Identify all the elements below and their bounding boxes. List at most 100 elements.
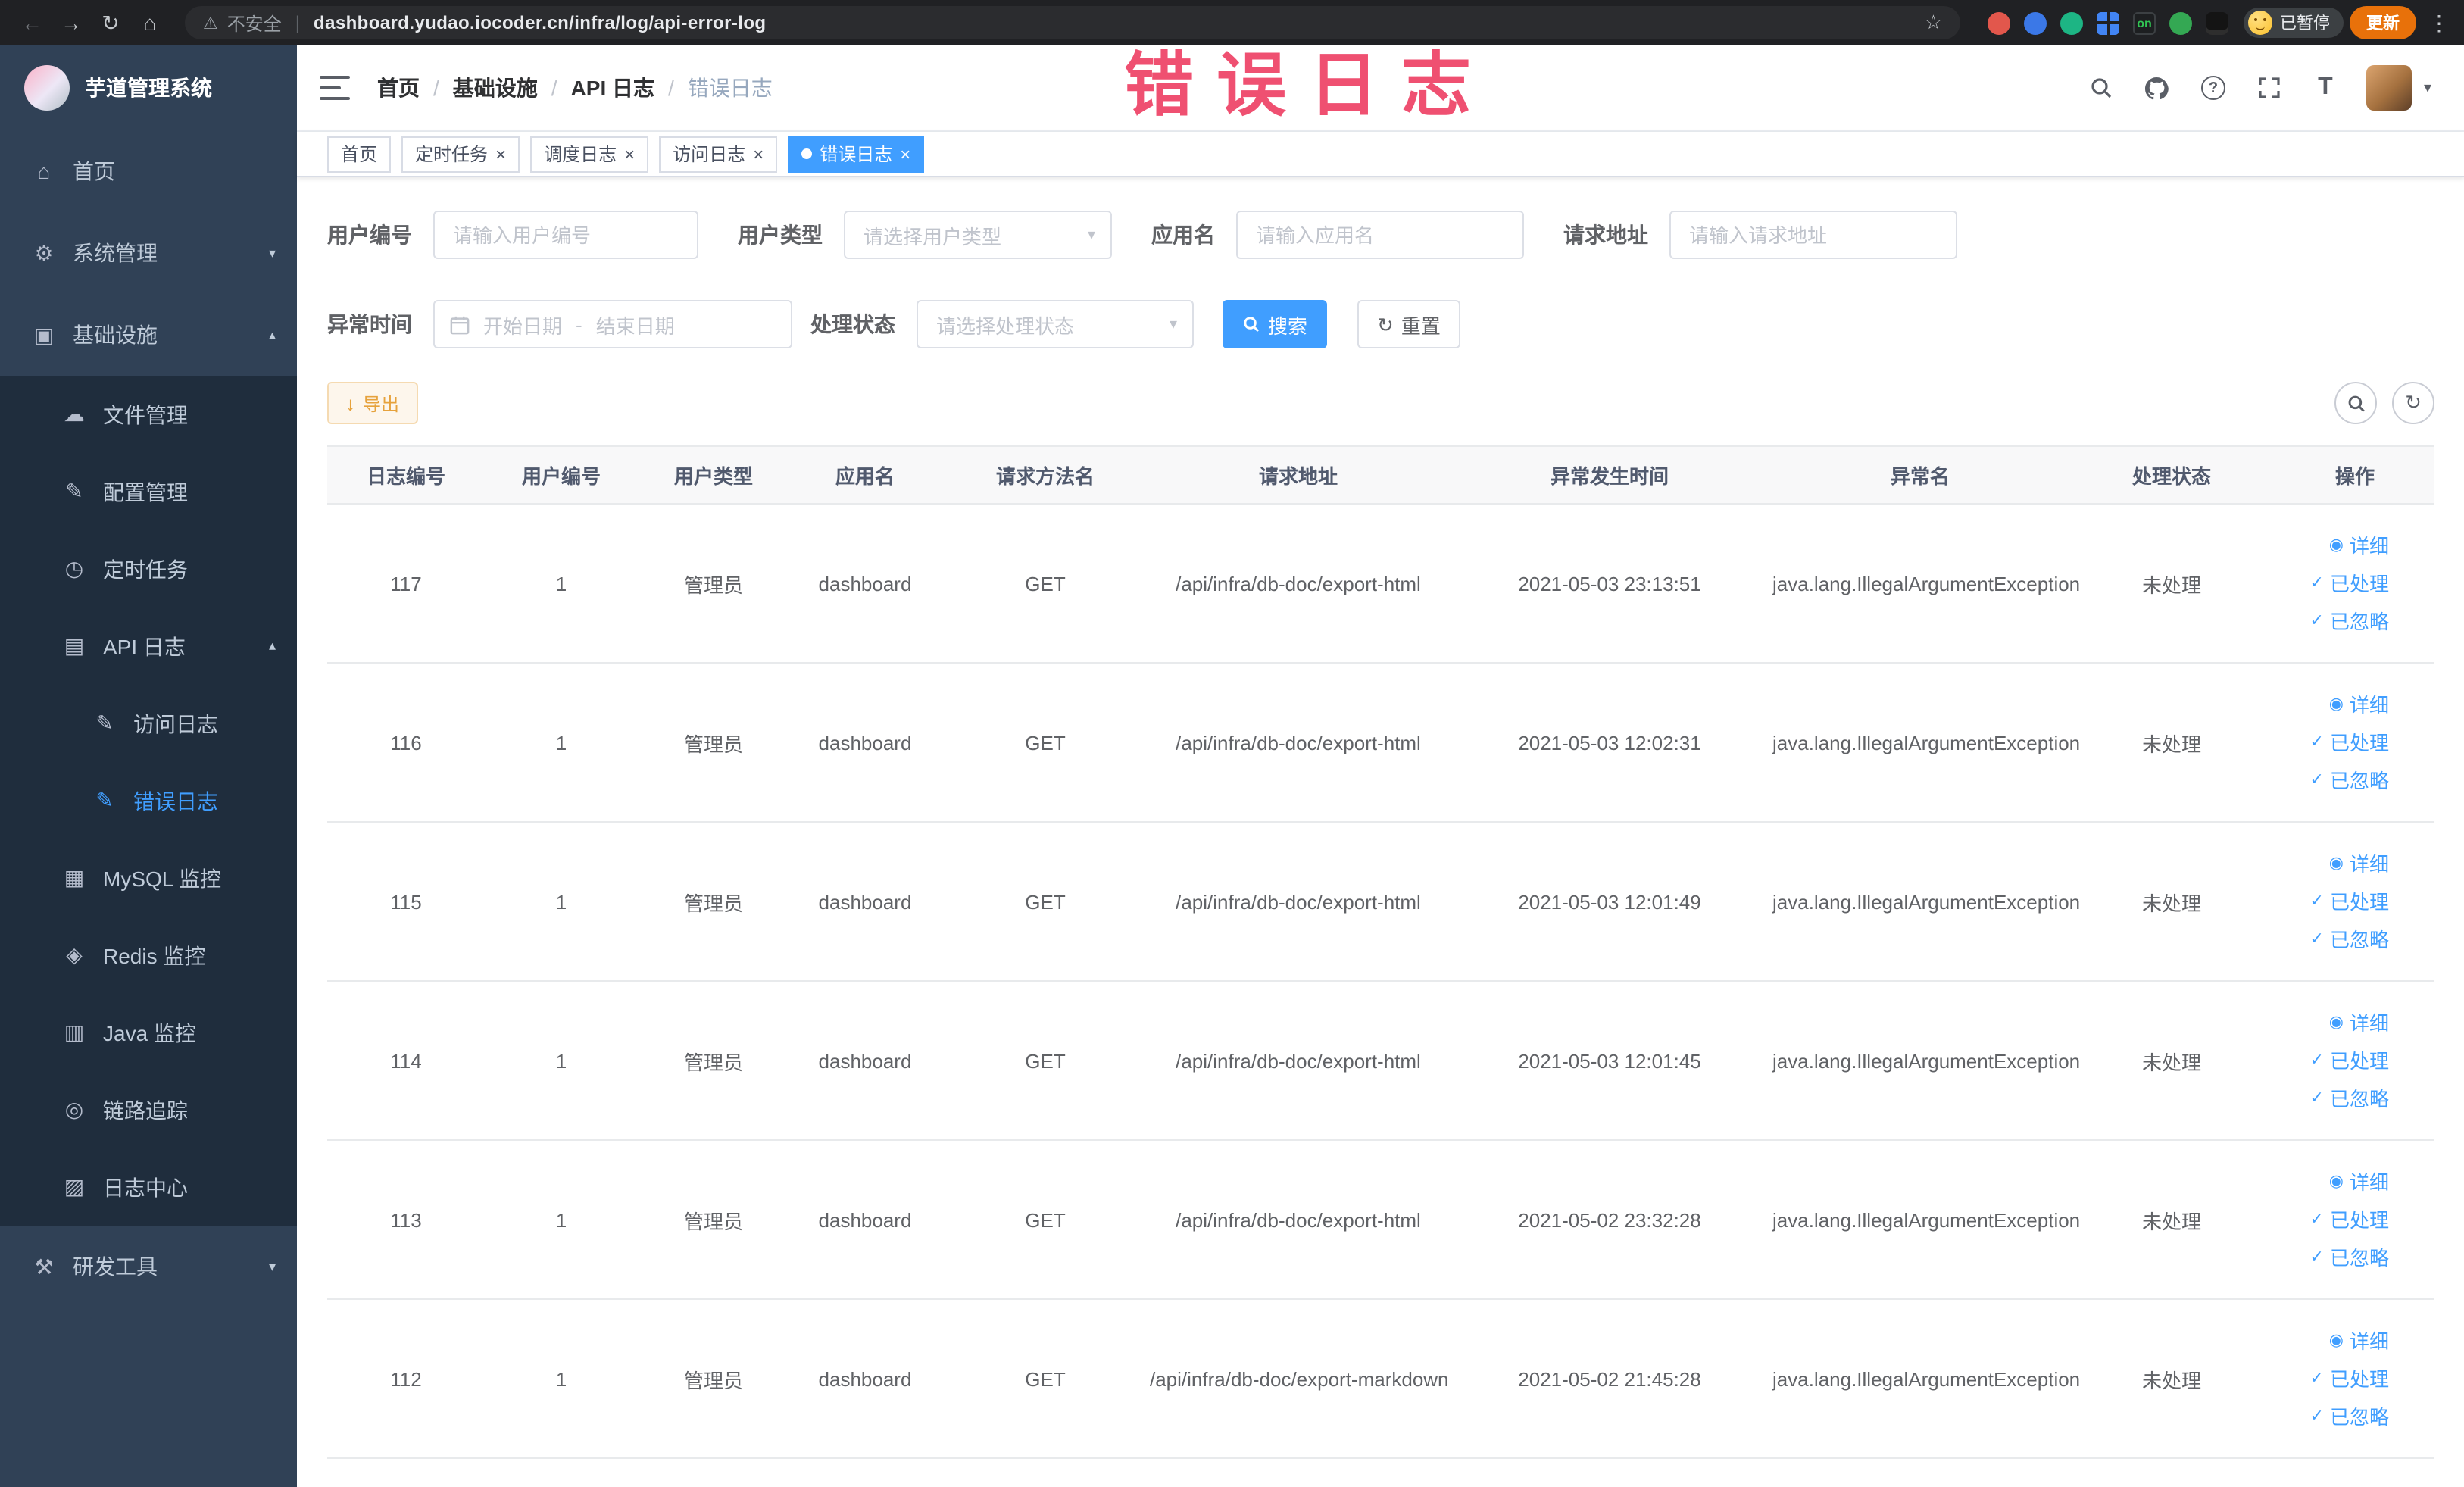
sidebar-item-file-management[interactable]: ☁ 文件管理: [0, 376, 297, 453]
sidebar-item-infrastructure[interactable]: ▣ 基础设施 ▴: [0, 294, 297, 376]
extension-icon[interactable]: [1988, 11, 2010, 34]
date-range-picker[interactable]: 开始日期 - 结束日期: [433, 300, 792, 348]
extension-icon[interactable]: [2206, 11, 2228, 34]
extension-icon[interactable]: [2097, 11, 2119, 34]
main-area: 首页 / 基础设施 / API 日志 / 错误日志 ? T ▾ 首页 定时任务 …: [297, 45, 2464, 1487]
sidebar-item-dev-tools[interactable]: ⚒ 研发工具 ▾: [0, 1226, 297, 1307]
hamburger-icon[interactable]: [320, 76, 350, 100]
cell-log-id: 117: [327, 504, 485, 664]
toggle-search-button[interactable]: [2334, 382, 2377, 424]
breadcrumb-item[interactable]: API 日志: [571, 73, 654, 103]
table-tools: ↻: [2334, 382, 2434, 424]
page-content: 用户编号 用户类型 请选择用户类型 ▾ 应用名: [297, 177, 2464, 1487]
sidebar-item-mysql-monitor[interactable]: ▦ MySQL 监控: [0, 839, 297, 917]
search-icon[interactable]: [2086, 73, 2116, 103]
filter-user-id: 用户编号: [327, 211, 698, 259]
export-button[interactable]: ↓ 导出: [327, 382, 418, 424]
bookmark-star-icon[interactable]: ☆: [1925, 11, 1942, 35]
ignored-link[interactable]: ✓ 已忽略: [2275, 1239, 2389, 1276]
detail-link[interactable]: ◉ 详细: [2275, 1004, 2389, 1042]
extension-icon[interactable]: [2024, 11, 2047, 34]
cell-app-name: dashboard: [789, 504, 941, 664]
ignored-link[interactable]: ✓ 已忽略: [2275, 1398, 2389, 1435]
tab-error-log[interactable]: 错误日志 ×: [788, 136, 925, 172]
browser-menu-icon[interactable]: ⋮: [2428, 10, 2450, 36]
cell-request-url: /api/infra/db-doc/export-html: [1150, 1140, 1447, 1300]
user-avatar[interactable]: [2366, 65, 2412, 111]
tab-schedule-log[interactable]: 调度日志 ×: [530, 136, 649, 172]
column-header: 用户类型: [638, 445, 789, 505]
extension-icon[interactable]: [2169, 11, 2192, 34]
sidebar-item-config-management[interactable]: ✎ 配置管理: [0, 453, 297, 530]
font-size-icon[interactable]: T: [2310, 73, 2341, 103]
sidebar-item-scheduled-jobs[interactable]: ◷ 定时任务: [0, 530, 297, 608]
extension-icon[interactable]: on: [2133, 11, 2156, 34]
profile-chip[interactable]: 已暂停: [2244, 8, 2344, 38]
avatar-caret-icon[interactable]: ▾: [2424, 80, 2431, 96]
search-button[interactable]: 搜索: [1223, 300, 1328, 348]
table-row: 112 1 管理员 dashboard GET /api/infra/db-do…: [327, 1299, 2434, 1459]
sidebar-item-log-center[interactable]: ▨ 日志中心: [0, 1148, 297, 1226]
browser-home-icon[interactable]: ⌂: [133, 6, 167, 39]
browser-update-button[interactable]: 更新: [2350, 6, 2416, 39]
detail-link[interactable]: ◉ 详细: [2275, 1322, 2389, 1360]
sidebar-item-api-log[interactable]: ▤ API 日志 ▴: [0, 608, 297, 685]
sidebar-item-link-tracing[interactable]: ◎ 链路追踪: [0, 1071, 297, 1148]
refresh-button[interactable]: ↻: [2392, 382, 2434, 424]
sidebar-item-home[interactable]: ⌂ 首页: [0, 130, 297, 212]
fullscreen-icon[interactable]: [2254, 73, 2284, 103]
check-icon: ✓: [2309, 733, 2324, 751]
tab-access-log[interactable]: 访问日志 ×: [659, 136, 778, 172]
address-bar[interactable]: ⚠ 不安全 | dashboard.yudao.iocoder.cn/infra…: [185, 6, 1960, 39]
extension-icon[interactable]: [2060, 11, 2083, 34]
close-icon[interactable]: ×: [753, 145, 764, 163]
processed-link[interactable]: ✓ 已处理: [2275, 1042, 2389, 1079]
breadcrumb-item[interactable]: 基础设施: [453, 73, 538, 103]
ignored-link[interactable]: ✓ 已忽略: [2275, 1079, 2389, 1117]
processed-link[interactable]: ✓ 已处理: [2275, 883, 2389, 920]
app-name-input[interactable]: [1236, 211, 1524, 259]
sidebar-logo[interactable]: 芋道管理系统: [0, 45, 297, 130]
processed-link[interactable]: ✓ 已处理: [2275, 564, 2389, 602]
filter-label: 应用名: [1151, 223, 1215, 247]
tab-scheduled-jobs[interactable]: 定时任务 ×: [401, 136, 520, 172]
sidebar-item-redis-monitor[interactable]: ◈ Redis 监控: [0, 917, 297, 994]
processed-link[interactable]: ✓ 已处理: [2275, 1201, 2389, 1239]
request-url-input[interactable]: [1669, 211, 1957, 259]
detail-link[interactable]: ◉ 详细: [2275, 686, 2389, 723]
breadcrumb-item[interactable]: 首页: [377, 73, 420, 103]
tab-label: 访问日志: [673, 144, 746, 165]
close-icon[interactable]: ×: [495, 145, 506, 163]
cell-method: GET: [941, 1140, 1150, 1300]
user-type-select[interactable]: 请选择用户类型 ▾: [844, 211, 1112, 259]
help-icon[interactable]: ?: [2198, 73, 2228, 103]
processed-link[interactable]: ✓ 已处理: [2275, 723, 2389, 761]
detail-link[interactable]: ◉ 详细: [2275, 845, 2389, 883]
browser-back-icon[interactable]: ←: [15, 6, 48, 39]
user-id-input[interactable]: [433, 211, 698, 259]
browser-forward-icon[interactable]: →: [55, 6, 88, 39]
reset-button[interactable]: ↻ 重置: [1357, 300, 1460, 348]
detail-link[interactable]: ◉ 详细: [2275, 526, 2389, 564]
close-icon[interactable]: ×: [900, 145, 910, 163]
ignored-link[interactable]: ✓ 已忽略: [2275, 920, 2389, 958]
check-icon: ✓: [2309, 611, 2324, 629]
profile-emoji-icon: [2248, 11, 2272, 35]
cell-exception-name: java.lang.IllegalArgumentException: [1772, 981, 2080, 1141]
browser-reload-icon[interactable]: ↻: [94, 6, 127, 39]
github-icon[interactable]: [2142, 73, 2172, 103]
tab-home[interactable]: 首页: [327, 136, 392, 172]
sidebar-item-java-monitor[interactable]: ▥ Java 监控: [0, 994, 297, 1071]
ignored-link[interactable]: ✓ 已忽略: [2275, 602, 2389, 640]
sidebar-item-error-log[interactable]: ✎ 错误日志: [0, 762, 297, 839]
close-icon[interactable]: ×: [624, 145, 635, 163]
log-icon: ✎: [95, 788, 114, 812]
sidebar-item-system-management[interactable]: ⚙ 系统管理 ▾: [0, 212, 297, 294]
ignored-link[interactable]: ✓ 已忽略: [2275, 761, 2389, 799]
detail-link[interactable]: ◉ 详细: [2275, 1163, 2389, 1201]
processed-link[interactable]: ✓ 已处理: [2275, 1360, 2389, 1398]
cell-request-url: /api/infra/db-doc/export-markdown: [1150, 1299, 1449, 1459]
process-status-select[interactable]: 请选择处理状态 ▾: [917, 300, 1194, 348]
sidebar-item-access-log[interactable]: ✎ 访问日志: [0, 685, 297, 762]
trace-icon: ◎: [64, 1097, 84, 1121]
